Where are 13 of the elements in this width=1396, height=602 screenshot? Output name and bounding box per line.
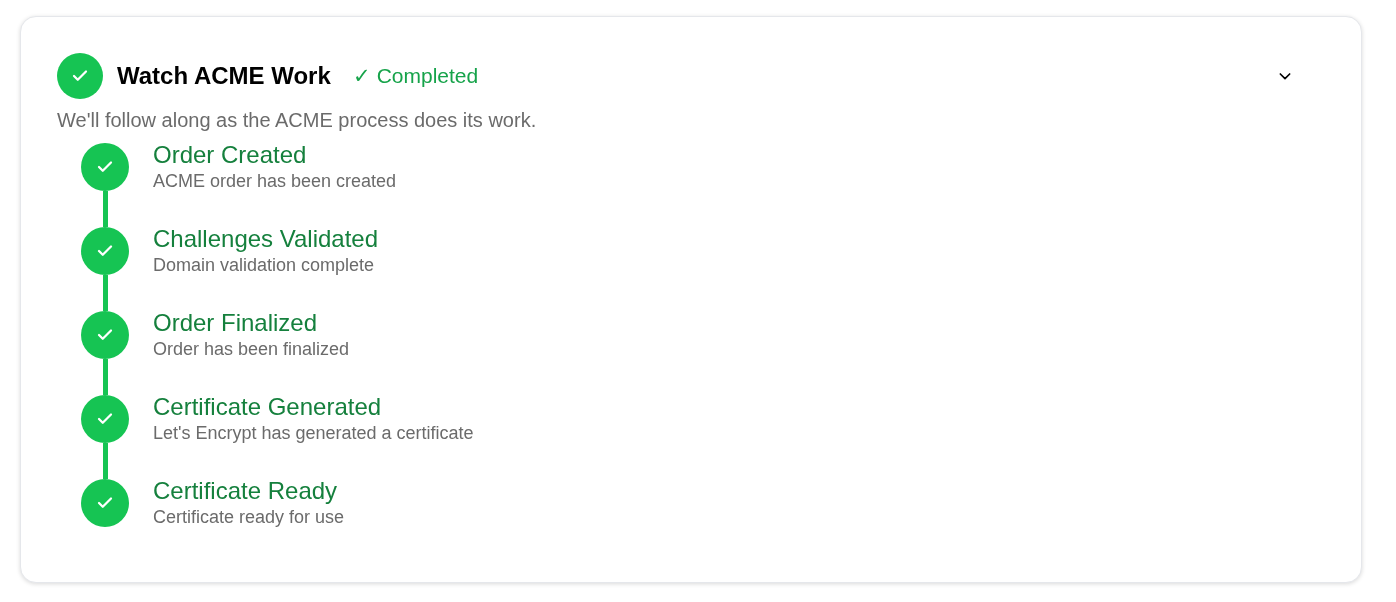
- step-title: Certificate Ready: [153, 477, 339, 505]
- panel-title: Watch ACME Work: [117, 61, 331, 91]
- step-subtitle: Certificate ready for use: [153, 506, 345, 529]
- step-title: Challenges Validated: [153, 225, 379, 253]
- step-subtitle: Order has been finalized: [153, 338, 350, 361]
- step-subtitle: ACME order has been created: [153, 170, 397, 193]
- step-title: Certificate Generated: [153, 393, 383, 421]
- status-label: ✓ Completed: [352, 63, 479, 90]
- step-title: Order Finalized: [153, 309, 319, 337]
- step-title: Order Created: [153, 141, 308, 169]
- description-text: We'll follow along as the ACME process does its work.: [57, 108, 538, 133]
- step-subtitle: Domain validation complete: [153, 254, 376, 277]
- step-subtitle: Let's Encrypt has generated a certificate: [153, 422, 474, 445]
